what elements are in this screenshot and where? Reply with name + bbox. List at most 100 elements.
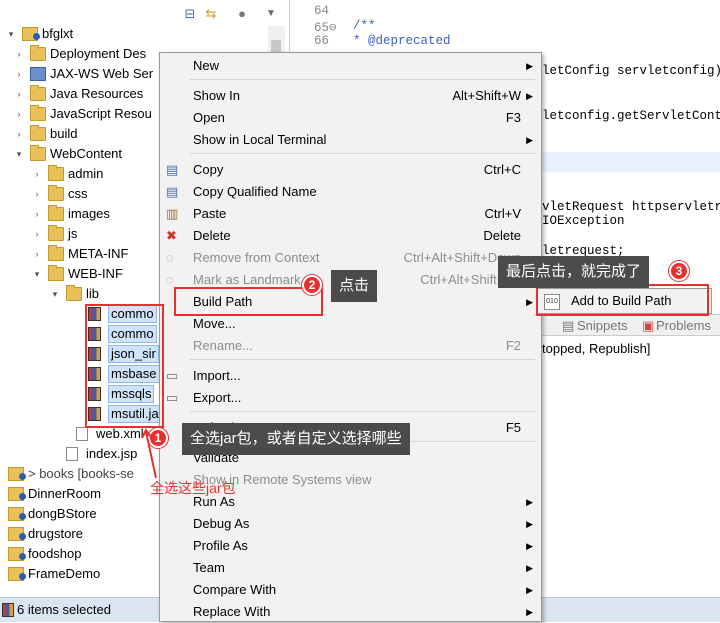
tab-problems[interactable]: Problems <box>656 318 711 333</box>
tree-item-label: index.jsp <box>86 446 138 461</box>
menu-item-compare-with[interactable]: Compare With ▶ <box>160 579 541 601</box>
menu-separator <box>190 153 535 154</box>
collapsed-arrow-icon[interactable]: › <box>14 104 24 124</box>
collapsed-arrow-icon[interactable]: › <box>0 484 2 504</box>
tree-item-label: Java Resources <box>50 86 144 101</box>
menu-item-copy-qualified-name[interactable]: ▤ Copy Qualified Name <box>160 181 541 203</box>
collapsed-arrow-icon[interactable]: › <box>32 224 42 244</box>
collapsed-arrow-icon[interactable]: › <box>14 124 24 144</box>
tree-item-label: build <box>50 126 78 141</box>
expanded-arrow-icon[interactable]: ▾ <box>50 284 60 304</box>
collapsed-arrow-icon[interactable]: › <box>0 464 2 484</box>
submenu-arrow-icon: ▶ <box>526 135 533 145</box>
menu-item-shortcut: Alt+Shift+W <box>452 88 521 103</box>
import-icon: ▭ <box>166 368 179 383</box>
collapsed-arrow-icon[interactable]: › <box>0 544 2 564</box>
menu-item-rename[interactable]: Rename... F2 <box>160 335 541 357</box>
menu-item-show-in-local-terminal[interactable]: Show in Local Terminal ▶ <box>160 129 541 151</box>
chevron-down-icon[interactable]: ▼ <box>263 6 279 22</box>
menu-item-paste[interactable]: ▥ Paste Ctrl+V <box>160 203 541 225</box>
code-fragment: letConfig servletconfig) <box>542 64 720 78</box>
project-icon <box>8 467 26 481</box>
tree-item-label: JavaScript Resou <box>50 106 152 121</box>
collapsed-arrow-icon[interactable]: › <box>14 64 24 84</box>
menu-item-copy[interactable]: ▤ Copy Ctrl+C <box>160 159 541 181</box>
menu-item-open[interactable]: Open F3 <box>160 107 541 129</box>
jsp-file-icon <box>66 447 78 461</box>
menu-item-move[interactable]: Move... <box>160 313 541 335</box>
collapsed-arrow-icon[interactable]: › <box>32 204 42 224</box>
collapsed-arrow-icon[interactable]: › <box>32 164 42 184</box>
expanded-arrow-icon[interactable]: ▾ <box>6 24 16 44</box>
folder-icon <box>48 185 64 201</box>
tree-item-label: JAX-WS Web Ser <box>50 66 154 81</box>
collapsed-arrow-icon[interactable]: › <box>14 44 24 64</box>
collapse-all-icon[interactable]: ⊟ <box>182 6 198 22</box>
menu-item-shortcut: F3 <box>505 110 521 125</box>
tree-item-label: lib <box>86 286 100 301</box>
project-icon <box>8 507 26 521</box>
tree-item-label: css <box>68 186 88 201</box>
jar-icon <box>2 603 14 617</box>
tab-snippets[interactable]: Snippets <box>577 318 628 333</box>
menu-item-new[interactable]: New ▶ <box>160 55 541 77</box>
menu-item-label: Debug As <box>193 516 250 531</box>
submenu-arrow-icon: ▶ <box>526 297 533 307</box>
folder-icon <box>48 265 64 281</box>
status-text: 6 items selected <box>17 602 111 617</box>
tree-item-label: Deployment Des <box>50 46 147 61</box>
submenu-arrow-icon: ▶ <box>526 519 533 529</box>
context-menu: New ▶ Show In Alt+Shift+W ▶ Open F3 Show in Loc… <box>159 52 542 622</box>
menu-item-label: Copy <box>193 162 224 177</box>
project-icon <box>8 567 26 581</box>
tree-item-label: images <box>68 206 110 221</box>
menu-item-label: Compare With <box>193 582 277 597</box>
submenu-arrow-icon: ▶ <box>526 61 533 71</box>
menu-item-shortcut: F5 <box>505 420 521 435</box>
menu-item-replace-with[interactable]: Replace With ▶ <box>160 601 541 623</box>
collapsed-arrow-icon[interactable]: › <box>0 504 2 524</box>
expanded-arrow-icon[interactable]: ▾ <box>32 264 42 284</box>
menu-item-label: Rename... <box>193 338 253 353</box>
tree-item-label: foodshop <box>28 546 82 561</box>
menu-item-team[interactable]: Team ▶ <box>160 557 541 579</box>
project-icon <box>8 487 26 501</box>
tree-item-label: dongBStore <box>28 506 97 521</box>
folder-icon <box>30 125 46 141</box>
expanded-arrow-icon[interactable]: ▾ <box>14 144 24 164</box>
landmark-icon: ◌ <box>166 272 174 287</box>
bottom-tabs: ▤ Snippets ▣ Problems <box>542 314 720 336</box>
folder-icon <box>66 285 82 301</box>
code-fragment: IOException <box>542 214 625 228</box>
tree-item-label: WebContent <box>50 146 123 161</box>
menu-item-shortcut: Ctrl+C <box>483 162 521 177</box>
jar-selection-box <box>85 304 164 428</box>
select-jars-note: 全选这些jar包 <box>150 480 236 496</box>
submenu-arrow-icon: ▶ <box>526 497 533 507</box>
menu-item-shortcut: Delete <box>483 228 521 243</box>
collapsed-arrow-icon[interactable]: › <box>32 184 42 204</box>
collapsed-arrow-icon[interactable]: › <box>32 244 42 264</box>
collapsed-arrow-icon[interactable]: › <box>0 524 2 544</box>
problems-icon: ▣ <box>642 318 655 333</box>
menu-item-import[interactable]: ▭ Import... <box>160 365 541 387</box>
webservice-icon <box>30 67 46 81</box>
link-editor-icon[interactable]: ⇆ <box>203 6 219 22</box>
menu-item-debug-as[interactable]: Debug As ▶ <box>160 513 541 535</box>
collapsed-arrow-icon[interactable]: › <box>0 564 2 584</box>
project-icon <box>8 547 26 561</box>
menu-item-remove-from-context[interactable]: ◌ Remove from Context Ctrl+Alt+Shift+Down <box>160 247 541 269</box>
menu-item-label: Copy Qualified Name <box>193 184 317 199</box>
submenu-arrow-icon: ▶ <box>526 563 533 573</box>
collapsed-arrow-icon[interactable]: › <box>14 84 24 104</box>
menu-item-delete[interactable]: ✖ Delete Delete <box>160 225 541 247</box>
menu-item-profile-as[interactable]: Profile As ▶ <box>160 535 541 557</box>
project-icon <box>22 27 40 41</box>
menu-item-label: Replace With <box>193 604 271 619</box>
menu-item-export[interactable]: ▭ Export... <box>160 387 541 409</box>
view-menu-icon[interactable]: ● <box>234 6 250 22</box>
menu-item-show-in[interactable]: Show In Alt+Shift+W ▶ <box>160 85 541 107</box>
copy-icon: ▤ <box>166 162 179 177</box>
tree-item[interactable]: ▾ bfglxt <box>0 24 268 44</box>
folder-icon <box>48 225 64 241</box>
